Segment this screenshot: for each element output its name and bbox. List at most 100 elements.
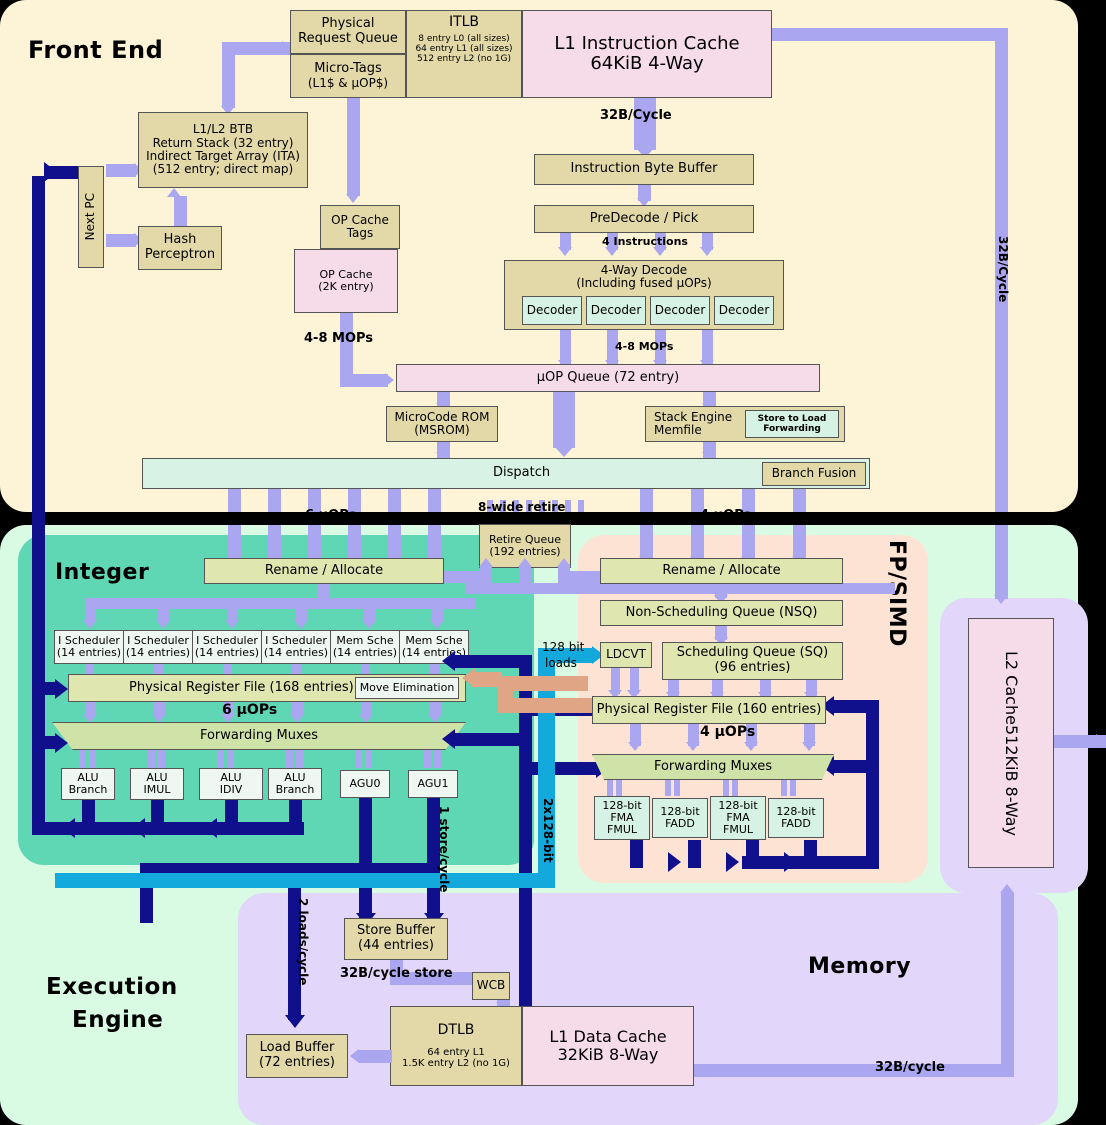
arrowhead-opcache-uopq bbox=[385, 373, 394, 387]
l1d-line1: L1 Data Cache bbox=[549, 1027, 667, 1047]
arrowhead-sch-2 bbox=[156, 620, 170, 629]
box-dispatch: Dispatch bbox=[142, 458, 870, 489]
box-scheduler-2: I Scheduler (14 entries) bbox=[192, 630, 262, 664]
fpu1-line2: FADD bbox=[665, 817, 695, 830]
l1d-line2: 32KiB 8-Way bbox=[557, 1045, 659, 1064]
arrowhead-sch-6 bbox=[430, 620, 444, 629]
navy-int-mux-in bbox=[32, 736, 56, 749]
decoder-1-label: Decoder bbox=[590, 302, 642, 317]
box-eu-alu-idiv: ALU IDIV bbox=[199, 768, 263, 800]
box-fp-sq: Scheduling Queue (SQ) (96 entries) bbox=[662, 642, 843, 680]
navy-nextpc-stub bbox=[44, 166, 78, 179]
box-predecode-pick: PreDecode / Pick bbox=[534, 205, 754, 233]
box-wcb: WCB bbox=[472, 972, 510, 1000]
box-dtlb: DTLB 64 entry L1 1.5K entry L2 (no 1G) bbox=[390, 1006, 522, 1086]
wire-l1i-ibb bbox=[634, 96, 656, 150]
box-eu-alu-branch-1: ALU Branch bbox=[268, 768, 322, 800]
wire-dispatch-fp-3 bbox=[742, 489, 755, 563]
tick-fpeu-3a bbox=[781, 780, 787, 796]
uopq-label: µOP Queue (72 entry) bbox=[536, 369, 680, 385]
wire-schprf-6 bbox=[430, 664, 439, 674]
wire-opcache-right bbox=[340, 374, 388, 387]
navy-ah-int-mux bbox=[55, 733, 68, 753]
wire-itlb-opcachetags bbox=[347, 96, 360, 196]
decode-line1: 4-Way Decode bbox=[600, 263, 688, 277]
opctags-line1: OP Cache bbox=[331, 212, 389, 227]
navy-fpprf-in bbox=[834, 700, 879, 713]
box-fpu-3: 128-bit FADD bbox=[768, 798, 824, 838]
dtlb-title: DTLB bbox=[437, 1021, 475, 1038]
wire-nextpc-hash bbox=[106, 234, 136, 247]
navy-ah-col-3 bbox=[204, 818, 217, 838]
ibb-label: Instruction Byte Buffer bbox=[570, 161, 718, 177]
wire-int-rename-bus bbox=[465, 583, 895, 594]
box-scheduler-1: I Scheduler (14 entries) bbox=[123, 630, 193, 664]
box-decoder-1: Decoder bbox=[586, 296, 646, 325]
sch4-line2: (14 entries) bbox=[332, 646, 398, 659]
box-store-to-load-forwarding: Store to Load Forwarding bbox=[745, 410, 839, 438]
wire-decode-uopq-4 bbox=[702, 330, 713, 364]
wire-dispatch-fp-1 bbox=[640, 489, 653, 563]
wire-prq-down bbox=[222, 42, 235, 108]
fp-prf-label: Physical Register File (160 entries) bbox=[596, 701, 822, 717]
wire-schprf-5 bbox=[361, 664, 370, 674]
label-2-loads-cycle: 2 loads/cycle bbox=[296, 898, 310, 986]
label-int-6-uops: 6 µOPs bbox=[222, 702, 278, 718]
itlb-line3: 512 entry L2 (no 1G) bbox=[416, 53, 512, 64]
box-eu-agu0: AGU0 bbox=[340, 770, 390, 798]
box-decoder-2: Decoder bbox=[650, 296, 710, 325]
arrowhead-int-retire bbox=[479, 558, 493, 567]
arrowhead-retire-center bbox=[518, 558, 532, 567]
sb-line1: Store Buffer bbox=[357, 923, 435, 939]
msrom-line2: (MSROM) bbox=[414, 423, 470, 437]
arrowhead-sch-1 bbox=[83, 620, 97, 629]
section-title-front-end: Front End bbox=[28, 36, 164, 64]
itlb-title: ITLB bbox=[448, 14, 480, 30]
ah-fpprf-mux-1 bbox=[628, 742, 642, 751]
dispatch-label: Dispatch bbox=[493, 465, 551, 481]
navy-ah-loadbuffer bbox=[285, 1015, 305, 1028]
label-32b-cycle-top: 32B/Cycle bbox=[600, 108, 672, 123]
stackengine-line1: Stack Engine bbox=[654, 409, 733, 424]
ah-prfmux-4 bbox=[290, 714, 304, 723]
box-uop-queue: µOP Queue (72 entry) bbox=[396, 364, 820, 392]
ah-prfmux-5 bbox=[359, 714, 373, 723]
retire-line2: (192 entries) bbox=[489, 545, 561, 558]
eu4-line1: AGU0 bbox=[349, 776, 381, 790]
stlf-line1: Store to Load bbox=[757, 413, 827, 424]
microtags-line1: Micro-Tags bbox=[314, 61, 382, 76]
wire-schprf-3 bbox=[223, 664, 232, 674]
prq-line1: Physical bbox=[321, 16, 375, 32]
salmon-lower bbox=[498, 698, 598, 713]
ah-fpprf-mux-4 bbox=[802, 742, 816, 751]
box-fpu-1: 128-bit FADD bbox=[652, 798, 708, 838]
wire-dispatch-int-1 bbox=[228, 489, 241, 563]
decode-line2: (Including fused µOPs) bbox=[576, 276, 712, 291]
box-l1-instruction-cache: L1 Instruction Cache 64KiB 4-Way bbox=[522, 10, 772, 98]
itlb-line2: 64 entry L1 (all sizes) bbox=[415, 43, 513, 54]
arrowhead-opcachetags bbox=[346, 194, 360, 203]
tick-eu-3b bbox=[296, 750, 303, 768]
sch2-line2: (14 entries) bbox=[194, 646, 260, 659]
wire-int-sch-6 bbox=[432, 598, 443, 622]
box-ldcvt: LDCVT bbox=[600, 642, 652, 668]
box-l2-cache: L2 Cache 512KiB 8-Way bbox=[968, 618, 1054, 868]
box-scheduler-3: I Scheduler (14 entries) bbox=[261, 630, 331, 664]
sch1-line2: (14 entries) bbox=[125, 646, 191, 659]
box-branch-fusion: Branch Fusion bbox=[762, 462, 866, 486]
wire-dispatch-fp-4 bbox=[793, 489, 806, 563]
ah-fpprf-mux-2 bbox=[686, 742, 700, 751]
btb-line1: L1/L2 BTB bbox=[192, 122, 254, 137]
tick-eu-5b bbox=[434, 750, 441, 768]
label-32b-cycle-right: 32B/Cycle bbox=[996, 236, 1010, 303]
navy-trunk-intmux2 bbox=[455, 733, 532, 746]
navy-fp2-out bbox=[746, 840, 759, 868]
wire-l1i-l2-top bbox=[772, 28, 1008, 41]
wire-schprf-2 bbox=[154, 664, 163, 674]
box-int-forwarding-muxes: Forwarding Muxes bbox=[52, 722, 466, 750]
section-title-integer: Integer bbox=[55, 560, 150, 585]
arrowhead-pd-4 bbox=[700, 247, 714, 256]
label-2x128-bit: 2x128-bit bbox=[541, 798, 555, 863]
navy-ah-fpo-2 bbox=[726, 852, 739, 872]
tick-eu-0a bbox=[79, 750, 86, 768]
